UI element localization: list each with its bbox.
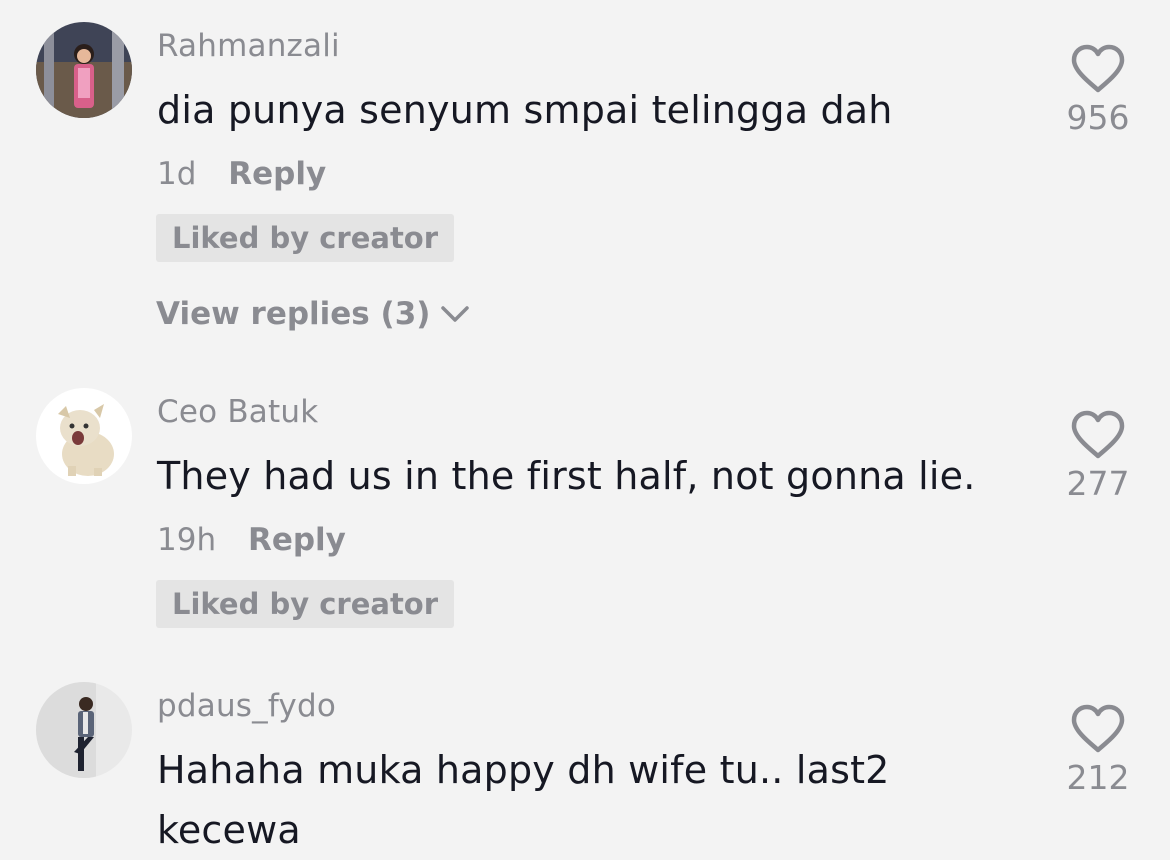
avatar[interactable] xyxy=(36,682,132,778)
avatar[interactable] xyxy=(36,22,132,118)
comment-username[interactable]: Ceo Batuk xyxy=(157,394,318,430)
liked-by-creator-badge: Liked by creator xyxy=(156,214,455,262)
liked-by-creator-badge: Liked by creator xyxy=(156,580,455,628)
like-count: 212 xyxy=(1066,758,1130,797)
comment-text: Hahaha muka happy dh wife tu.. last2 kec… xyxy=(157,748,890,852)
comment-username[interactable]: Rahmanzali xyxy=(157,28,340,64)
view-replies-button[interactable]: View replies (3) xyxy=(156,296,470,332)
view-replies-label: View replies (3) xyxy=(156,296,431,332)
like-count: 277 xyxy=(1066,464,1130,503)
chevron-down-icon xyxy=(441,306,470,322)
like-count: 956 xyxy=(1066,98,1130,137)
comment-username[interactable]: pdaus_fydo xyxy=(157,688,336,724)
heart-outline-icon[interactable] xyxy=(1070,410,1126,460)
comment-time: 19h xyxy=(157,522,217,558)
like-control: 212 xyxy=(1060,704,1136,797)
comment-time: 1d xyxy=(157,156,197,192)
heart-outline-icon[interactable] xyxy=(1070,704,1126,754)
comment-meta: 1d Reply xyxy=(157,156,326,192)
comment-meta: 19h Reply xyxy=(157,522,346,558)
comment-text: They had us in the first half, not gonna… xyxy=(157,454,976,498)
heart-outline-icon[interactable] xyxy=(1070,44,1126,94)
like-control: 956 xyxy=(1060,44,1136,137)
like-control: 277 xyxy=(1060,410,1136,503)
comment-text: dia punya senyum smpai telingga dah xyxy=(157,88,893,132)
avatar[interactable] xyxy=(36,388,132,484)
reply-button[interactable]: Reply xyxy=(228,156,326,192)
reply-button[interactable]: Reply xyxy=(248,522,346,558)
